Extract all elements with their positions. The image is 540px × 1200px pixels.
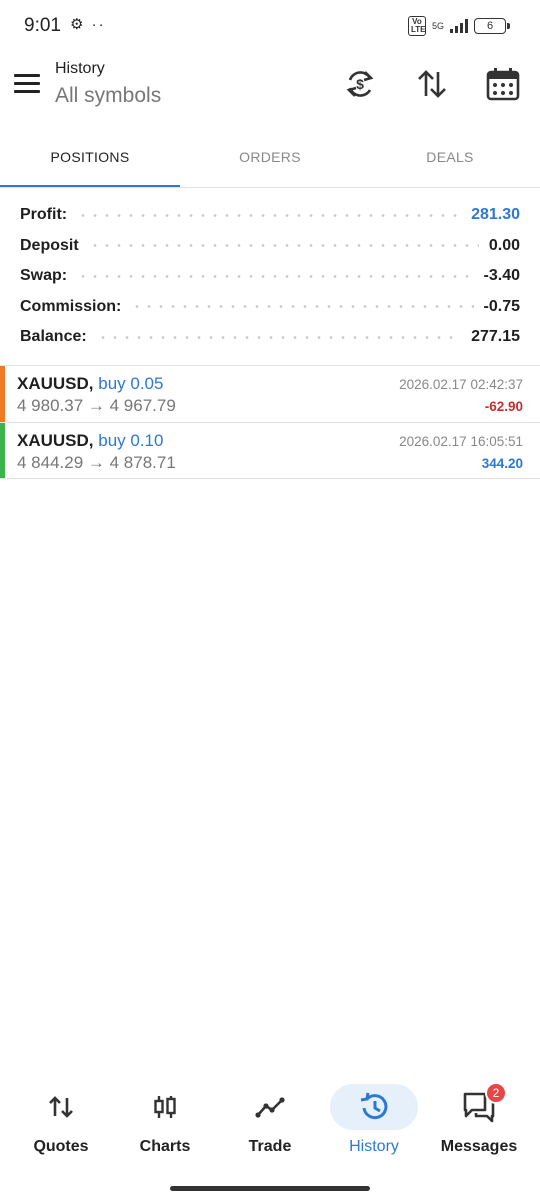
battery-icon: 6 (474, 18, 510, 34)
nav-label: Charts (139, 1138, 191, 1155)
tab-deals[interactable]: DEALS (360, 126, 540, 188)
calendar-icon (486, 68, 520, 101)
currency-exchange-icon: $ (346, 71, 374, 97)
dotted-leader (88, 244, 479, 248)
summary-row-balance: Balance: 277.15 (20, 322, 520, 353)
position-side: buy 0.05 (98, 374, 164, 393)
dotted-leader (77, 213, 462, 217)
position-prices: 4 980.37 → 4 967.79 (17, 396, 176, 415)
nav-icon-wrap (17, 1084, 105, 1130)
quotes-icon (49, 1096, 73, 1118)
summary-value-commission: -0.75 (483, 297, 520, 315)
status-time: 9:01 (24, 15, 61, 36)
history-tabs: POSITIONS ORDERS DEALS (0, 126, 540, 188)
nav-label: History (349, 1138, 399, 1155)
status-notification-icons: ⚙ ·· (70, 16, 106, 33)
position-time: 2026.02.17 16:05:51 (399, 434, 523, 449)
position-symbol: XAUUSD, (17, 374, 94, 393)
summary-row-profit: Profit: 281.30 (20, 200, 520, 231)
position-direction-bar (0, 423, 5, 478)
trade-icon (255, 1097, 285, 1118)
unread-badge: 2 (485, 1082, 507, 1104)
status-bar: 9:01 ⚙ ·· Vo LTE 5G 6 (0, 0, 540, 52)
nav-history[interactable]: History (324, 1080, 424, 1162)
summary-value-profit: 281.30 (471, 206, 520, 224)
summary-panel: Profit: 281.30 Deposit 0.00 Swap: -3.40 … (20, 200, 520, 353)
position-profit: 344.20 (481, 456, 523, 471)
summary-label: Balance: (20, 328, 87, 346)
nav-quotes[interactable]: Quotes (11, 1080, 111, 1162)
battery-level: 6 (486, 20, 494, 32)
position-side: buy 0.10 (98, 431, 164, 450)
dotted-leader (96, 335, 462, 339)
position-profit: -62.90 (484, 399, 523, 414)
summary-row-commission: Commission: -0.75 (20, 292, 520, 323)
position-title: XAUUSD, buy 0.05 (17, 374, 163, 394)
summary-label: Commission: (20, 297, 122, 315)
nav-icon-wrap (330, 1084, 418, 1130)
currency-exchange-button[interactable]: $ (340, 64, 380, 104)
nav-label: Messages (440, 1138, 518, 1155)
position-time: 2026.02.17 02:42:37 (399, 377, 523, 392)
page-title: History (55, 60, 105, 77)
dotted-leader (131, 305, 474, 309)
summary-value-swap: -3.40 (483, 267, 520, 285)
position-title: XAUUSD, buy 0.10 (17, 431, 163, 451)
position-prices: 4 844.29 → 4 878.71 (17, 453, 176, 472)
position-row[interactable]: XAUUSD, buy 0.10 4 844.29 → 4 878.71 202… (0, 422, 540, 479)
svg-text:$: $ (356, 76, 364, 92)
symbol-filter[interactable]: All symbols (55, 84, 161, 108)
sort-button[interactable] (412, 64, 452, 104)
bottom-navigation: Quotes Charts Trade History 2 Messages (0, 1080, 540, 1170)
sort-icon (418, 70, 446, 98)
tabs-divider (0, 187, 540, 188)
nav-icon-wrap (121, 1084, 209, 1130)
calendar-button[interactable] (483, 64, 523, 104)
charts-icon (154, 1096, 176, 1118)
summary-label: Deposit (20, 236, 79, 254)
summary-value-deposit: 0.00 (488, 236, 520, 254)
volte-icon: Vo LTE (407, 16, 426, 36)
nav-trade[interactable]: Trade (220, 1080, 320, 1162)
history-icon (360, 1092, 388, 1120)
home-indicator[interactable] (170, 1186, 370, 1191)
positions-list: XAUUSD, buy 0.05 4 980.37 → 4 967.79 202… (0, 365, 540, 479)
summary-label: Profit: (20, 206, 68, 224)
nav-icon-wrap (226, 1084, 314, 1130)
app-header: History All symbols $ (0, 56, 540, 120)
position-symbol: XAUUSD, (17, 431, 94, 450)
menu-icon[interactable] (14, 72, 42, 94)
dotted-leader (77, 274, 474, 278)
nav-icon-wrap: 2 (435, 1082, 523, 1130)
nav-label: Quotes (33, 1138, 89, 1155)
summary-row-swap: Swap: -3.40 (20, 261, 520, 292)
nav-label: Trade (248, 1138, 292, 1155)
signal-icon (450, 19, 468, 33)
status-right-icons: Vo LTE 5G 6 (407, 16, 510, 36)
summary-value-balance: 277.15 (471, 328, 520, 346)
tab-positions[interactable]: POSITIONS (0, 126, 180, 188)
summary-row-deposit: Deposit 0.00 (20, 231, 520, 262)
network-type: 5G (431, 20, 444, 31)
position-row[interactable]: XAUUSD, buy 0.05 4 980.37 → 4 967.79 202… (0, 365, 540, 422)
nav-messages[interactable]: 2 Messages (429, 1080, 529, 1162)
position-direction-bar (0, 366, 5, 422)
tab-orders[interactable]: ORDERS (180, 126, 360, 188)
summary-label: Swap: (20, 267, 68, 285)
nav-charts[interactable]: Charts (115, 1080, 215, 1162)
